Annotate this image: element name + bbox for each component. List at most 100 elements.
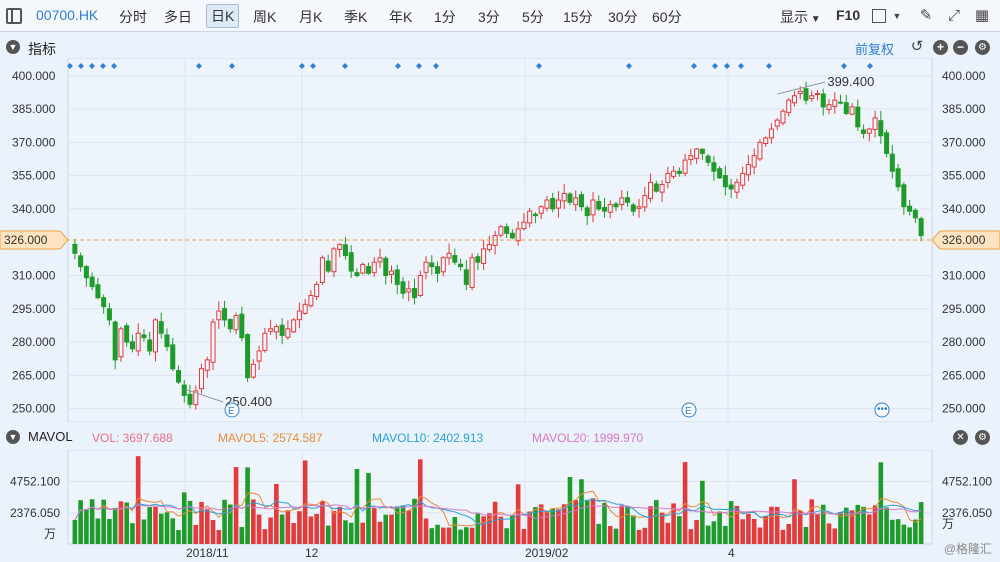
collapse-icon[interactable]: ▼ [6, 40, 20, 54]
volume-bar [832, 528, 838, 544]
volume-bar [843, 507, 849, 544]
candle-body [72, 243, 78, 254]
period-tab-5min[interactable]: 5分 [522, 7, 544, 27]
volume-bar [694, 519, 699, 544]
grid-icon[interactable]: ▦ [974, 8, 990, 24]
candle-body [717, 168, 723, 179]
period-tab-monthly[interactable]: 月K [299, 7, 322, 27]
period-tab-weekly[interactable]: 周K [253, 7, 276, 27]
volume-bar [262, 529, 268, 544]
candle-body [308, 294, 314, 307]
period-tab-1min[interactable]: 1分 [434, 7, 456, 27]
volume-bar [659, 512, 665, 544]
volume-bar [705, 525, 711, 544]
candle-body [625, 197, 631, 203]
candle-body [561, 192, 567, 202]
volume-bar [884, 507, 889, 544]
candle-body [101, 297, 107, 308]
stock-symbol[interactable]: 00700.HK [36, 7, 98, 23]
candle-body [774, 119, 780, 127]
period-tab-30min[interactable]: 30分 [608, 7, 638, 27]
period-tab-timeshare[interactable]: 分时 [119, 7, 147, 27]
volume-bar [481, 516, 486, 544]
settings-icon[interactable]: ⚙ [975, 430, 990, 445]
volume-bar [389, 514, 394, 544]
period-tab-quarterly[interactable]: 季K [344, 7, 367, 27]
volume-bar [371, 508, 377, 544]
period-tab-yearly[interactable]: 年K [389, 7, 412, 27]
mavol10-value: MAVOL10: 2402.913 [372, 431, 484, 445]
volume-bar [510, 515, 515, 544]
candle-body [567, 193, 573, 203]
candle-body [590, 199, 596, 216]
add-icon[interactable]: + [933, 40, 948, 55]
volume-bar [383, 514, 389, 544]
close-icon[interactable]: ✕ [953, 430, 968, 445]
display-menu[interactable]: 显示 ▼ [780, 7, 821, 27]
volume-bar [774, 506, 780, 544]
volume-bar [907, 527, 912, 544]
volume-bar [642, 527, 648, 544]
candle-body [377, 257, 383, 263]
candle-body [383, 257, 389, 277]
frame-icon[interactable] [872, 9, 886, 23]
volume-bar [458, 529, 463, 544]
adjust-mode-button[interactable]: 前复权 [855, 39, 894, 58]
candle-body [780, 110, 786, 124]
candle-body [262, 332, 268, 351]
candlestick-chart[interactable]: 400.000 400.000 385.000 385.000 370.000 370.0… [0, 58, 1000, 422]
fullscreen-icon[interactable]: ⤢ [946, 8, 962, 24]
volume-bar [112, 507, 118, 544]
volume-bar [625, 506, 630, 544]
volume-bar [216, 529, 222, 544]
candle-body [584, 207, 590, 217]
volume-bar [135, 456, 141, 544]
period-tab-3min[interactable]: 3分 [478, 7, 500, 27]
volume-chart[interactable]: 4752.100 4752.1002376.050 2376.050万万2018/1… [0, 450, 1000, 562]
period-tab-60min[interactable]: 60分 [652, 7, 682, 27]
candle-body [400, 281, 406, 294]
volume-bar [343, 520, 348, 544]
candle-body [728, 184, 734, 190]
volume-bar [492, 501, 498, 544]
volume-bar [377, 521, 383, 544]
indicator-title: 指标 [28, 41, 56, 57]
candle-body [124, 325, 130, 343]
sidebar-toggle-icon[interactable] [6, 8, 22, 24]
candle-body [285, 328, 291, 338]
candle-body [135, 332, 141, 352]
collapse-icon[interactable]: ▼ [6, 430, 20, 444]
candle-body [256, 350, 262, 362]
volume-bar [757, 527, 763, 544]
display-label: 显示 [780, 9, 808, 25]
high-label: 399.400 [827, 74, 874, 89]
candle-body [440, 257, 446, 273]
volume-bar [400, 505, 406, 544]
remove-icon[interactable]: − [953, 40, 968, 55]
volume-bar [751, 518, 757, 544]
volume-bar [222, 499, 227, 544]
candle-body [319, 257, 325, 283]
candle-body [83, 266, 89, 279]
candle-body [573, 197, 579, 206]
period-tab-daily[interactable]: 日K [206, 4, 240, 28]
volume-bar [423, 518, 429, 544]
f10-button[interactable]: F10 [836, 7, 860, 23]
pen-icon[interactable]: ✎ [918, 8, 934, 24]
volume-bar [700, 480, 705, 544]
candle-body [676, 170, 682, 174]
candle-body [429, 262, 435, 268]
candle-body [175, 370, 182, 383]
period-tab-multiday[interactable]: 多日 [164, 7, 192, 27]
y-tick-label-right: 265.000 [942, 368, 986, 382]
candle-body [187, 393, 193, 405]
period-tab-15min[interactable]: 15分 [563, 7, 593, 27]
volume-bar [95, 518, 101, 544]
settings-icon[interactable]: ⚙ [975, 40, 990, 55]
undo-icon[interactable]: ↺ [909, 39, 925, 55]
chevron-down-icon[interactable]: ▼ [889, 8, 905, 24]
volume-bar [677, 516, 682, 544]
candle-body [216, 310, 222, 321]
candle-body [89, 276, 95, 288]
candle-body [394, 269, 400, 285]
